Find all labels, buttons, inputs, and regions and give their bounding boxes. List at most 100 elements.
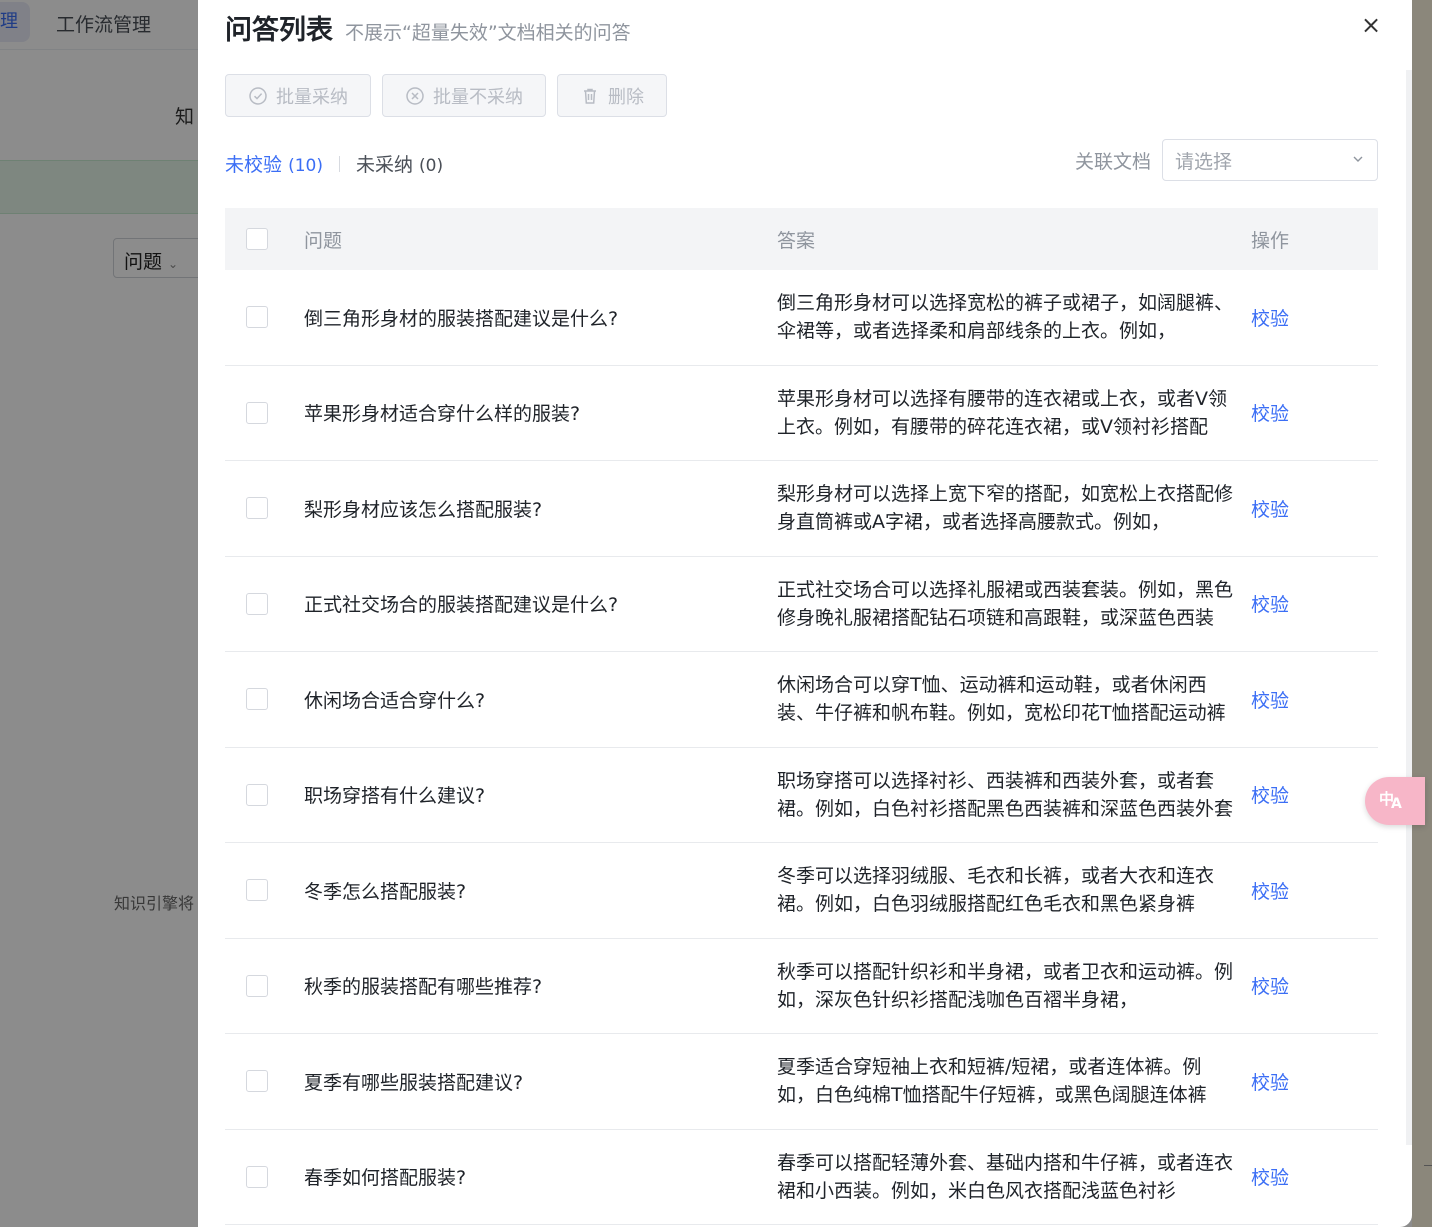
table-row: 正式社交场合的服装搭配建议是什么? 正式社交场合可以选择礼服裙或西装套装。例如，黑… <box>225 557 1378 652</box>
table-body: 倒三角形身材的服装搭配建议是什么? 倒三角形身材可以选择宽松的裤子或裙子，如阔腿裤… <box>225 270 1378 1225</box>
verify-link[interactable]: 校验 <box>1251 594 1289 616</box>
row-checkbox[interactable] <box>246 1165 268 1188</box>
svg-text:A: A <box>1391 796 1402 811</box>
row-answer: 正式社交场合可以选择礼服裙或西装套装。例如，黑色修身晚礼服裙搭配钻石项链和高跟鞋… <box>777 578 1234 629</box>
table-row: 倒三角形身材的服装搭配建议是什么? 倒三角形身材可以选择宽松的裤子或裙子，如阔腿裤… <box>225 270 1378 366</box>
row-action-cell: 校验 <box>1251 590 1378 617</box>
verify-link[interactable]: 校验 <box>1251 785 1289 807</box>
trash-icon <box>580 86 600 106</box>
row-answer: 梨形身材可以选择上宽下窄的搭配，如宽松上衣搭配修身直筒裤或A字裙，或者选择高腰款… <box>777 483 1234 534</box>
row-checkbox[interactable] <box>246 497 268 520</box>
verify-link[interactable]: 校验 <box>1251 881 1289 903</box>
row-question: 苹果形身材适合穿什么样的服装? <box>304 403 581 426</box>
verify-link[interactable]: 校验 <box>1251 403 1289 425</box>
row-question: 夏季有哪些服装搭配建议? <box>304 1071 524 1094</box>
row-checkbox[interactable] <box>246 974 268 997</box>
delete-button[interactable]: 删除 <box>557 74 667 117</box>
row-action-cell: 校验 <box>1251 399 1378 426</box>
drawer-subtitle: 不展示“超量失效”文档相关的问答 <box>345 22 631 44</box>
row-action-cell: 校验 <box>1251 1163 1378 1190</box>
table-row: 休闲场合适合穿什么? 休闲场合可以穿T恤、运动裤和运动鞋，或者休闲西装、牛仔裤和帆… <box>225 652 1378 748</box>
table-header: 问题 答案 操作 <box>225 208 1378 270</box>
delete-label: 删除 <box>608 86 644 108</box>
row-question: 梨形身材应该怎么搭配服装? <box>304 498 543 521</box>
table-row: 春季如何搭配服装? 春季可以搭配轻薄外套、基础内搭和牛仔裤，或者连衣裙和小西装。例… <box>225 1130 1378 1225</box>
row-action-cell: 校验 <box>1251 1068 1378 1095</box>
tab-unaccepted[interactable]: 未采纳 (0) <box>356 150 443 177</box>
tab-divider <box>338 155 340 172</box>
row-action-cell: 校验 <box>1251 877 1378 904</box>
row-answer: 春季可以搭配轻薄外套、基础内搭和牛仔裤，或者连衣裙和小西装。例如，米白色风衣搭配… <box>777 1151 1234 1202</box>
row-checkbox[interactable] <box>246 783 268 806</box>
row-answer: 苹果形身材可以选择有腰带的连衣裙或上衣，或者V领上衣。例如，有腰带的碎花连衣裙，… <box>777 387 1227 438</box>
row-action-cell: 校验 <box>1251 304 1378 331</box>
row-question: 秋季的服装搭配有哪些推荐? <box>304 976 543 999</box>
row-answer: 倒三角形身材可以选择宽松的裤子或裙子，如阔腿裤、伞裙等，或者选择柔和肩部线条的上… <box>777 292 1234 343</box>
row-question: 休闲场合适合穿什么? <box>304 689 486 712</box>
batch-reject-button[interactable]: 批量不采纳 <box>382 74 546 117</box>
drawer-scrollbar[interactable] <box>1406 70 1412 1145</box>
row-action-cell: 校验 <box>1251 972 1378 999</box>
row-answer: 休闲场合可以穿T恤、运动裤和运动鞋，或者休闲西装、牛仔裤和帆布鞋。例如，宽松印花… <box>777 674 1226 725</box>
verify-link[interactable]: 校验 <box>1251 976 1289 998</box>
table-row: 梨形身材应该怎么搭配服装? 梨形身材可以选择上宽下窄的搭配，如宽松上衣搭配修身直筒… <box>225 461 1378 557</box>
x-circle-icon <box>405 86 425 106</box>
row-checkbox-cell <box>225 974 304 997</box>
row-checkbox[interactable] <box>246 306 268 329</box>
tab-unverified-label: 未校验 <box>225 154 283 176</box>
row-answer: 职场穿搭可以选择衬衫、西装裤和西装外套，或者套裙。例如，白色衬衫搭配黑色西装裤和… <box>777 769 1234 820</box>
row-question: 正式社交场合的服装搭配建议是什么? <box>304 594 619 617</box>
related-doc-filter: 关联文档 请选择 <box>1075 139 1379 181</box>
close-icon[interactable]: × <box>1358 12 1384 38</box>
row-checkbox-cell <box>225 1070 304 1093</box>
batch-accept-label: 批量采纳 <box>276 86 348 108</box>
row-question: 职场穿搭有什么建议? <box>304 785 486 808</box>
row-checkbox-cell <box>225 306 304 329</box>
row-checkbox[interactable] <box>246 1070 268 1093</box>
table-row: 冬季怎么搭配服装? 冬季可以选择羽绒服、毛衣和长裤，或者大衣和连衣裙。例如，白色羽… <box>225 843 1378 939</box>
drawer-title: 问答列表 <box>225 15 333 46</box>
header-question: 问题 <box>304 229 343 252</box>
batch-reject-label: 批量不采纳 <box>433 86 523 108</box>
row-checkbox-cell <box>225 592 304 615</box>
status-tabs: 未校验 (10) 未采纳 (0) <box>225 150 443 177</box>
verify-link[interactable]: 校验 <box>1251 1072 1289 1094</box>
qa-list-drawer: 问答列表 不展示“超量失效”文档相关的问答 × 批量采纳 批量不采纳 删除 未校… <box>198 0 1412 1227</box>
verify-link[interactable]: 校验 <box>1251 690 1289 712</box>
tab-unaccepted-count: (0) <box>419 156 444 176</box>
qa-table: 问题 答案 操作 倒三角形身材的服装搭配建议是什么? 倒三角形身材可以选择宽松的裤… <box>225 208 1378 1225</box>
row-answer: 秋季可以搭配针织衫和半身裙，或者卫衣和运动裤。例如，深灰色针织衫搭配浅咖色百褶半… <box>777 960 1234 1011</box>
tab-unaccepted-label: 未采纳 <box>355 154 413 176</box>
row-checkbox[interactable] <box>246 401 268 424</box>
related-doc-placeholder: 请选择 <box>1175 150 1233 173</box>
row-question: 春季如何搭配服装? <box>304 1167 467 1190</box>
table-row: 职场穿搭有什么建议? 职场穿搭可以选择衬衫、西装裤和西装外套，或者套裙。例如，白色… <box>225 748 1378 843</box>
row-checkbox[interactable] <box>246 688 268 711</box>
table-row: 秋季的服装搭配有哪些推荐? 秋季可以搭配针织衫和半身裙，或者卫衣和运动裤。例如，深… <box>225 939 1378 1034</box>
row-checkbox-cell <box>225 879 304 902</box>
row-checkbox-cell <box>225 497 304 520</box>
row-checkbox-cell <box>225 401 304 424</box>
toolbar: 批量采纳 批量不采纳 删除 <box>225 74 667 117</box>
header-answer: 答案 <box>777 229 816 252</box>
row-action-cell: 校验 <box>1251 781 1378 808</box>
verify-link[interactable]: 校验 <box>1251 1167 1289 1189</box>
row-checkbox[interactable] <box>246 879 268 902</box>
chevron-down-icon <box>1351 149 1365 171</box>
select-all-checkbox[interactable] <box>246 228 268 250</box>
tab-unverified[interactable]: 未校验 (10) <box>225 150 323 177</box>
check-circle-icon <box>248 86 268 106</box>
row-checkbox-cell <box>225 688 304 711</box>
translate-float-button[interactable]: 中A <box>1365 777 1425 825</box>
row-action-cell: 校验 <box>1251 495 1378 522</box>
row-checkbox-cell <box>225 783 304 806</box>
related-doc-select[interactable]: 请选择 <box>1162 139 1379 181</box>
row-answer: 夏季适合穿短袖上衣和短裤/短裙，或者连体裤。例如，白色纯棉T恤搭配牛仔短裤，或黑… <box>777 1056 1207 1107</box>
batch-accept-button[interactable]: 批量采纳 <box>225 74 371 117</box>
drawer-header: 问答列表 不展示“超量失效”文档相关的问答 <box>225 8 631 48</box>
table-row: 夏季有哪些服装搭配建议? 夏季适合穿短袖上衣和短裤/短裙，或者连体裤。例如，白色纯… <box>225 1034 1378 1130</box>
verify-link[interactable]: 校验 <box>1251 499 1289 521</box>
translate-icon: 中A <box>1379 787 1405 816</box>
verify-link[interactable]: 校验 <box>1251 308 1289 330</box>
row-checkbox[interactable] <box>246 592 268 615</box>
